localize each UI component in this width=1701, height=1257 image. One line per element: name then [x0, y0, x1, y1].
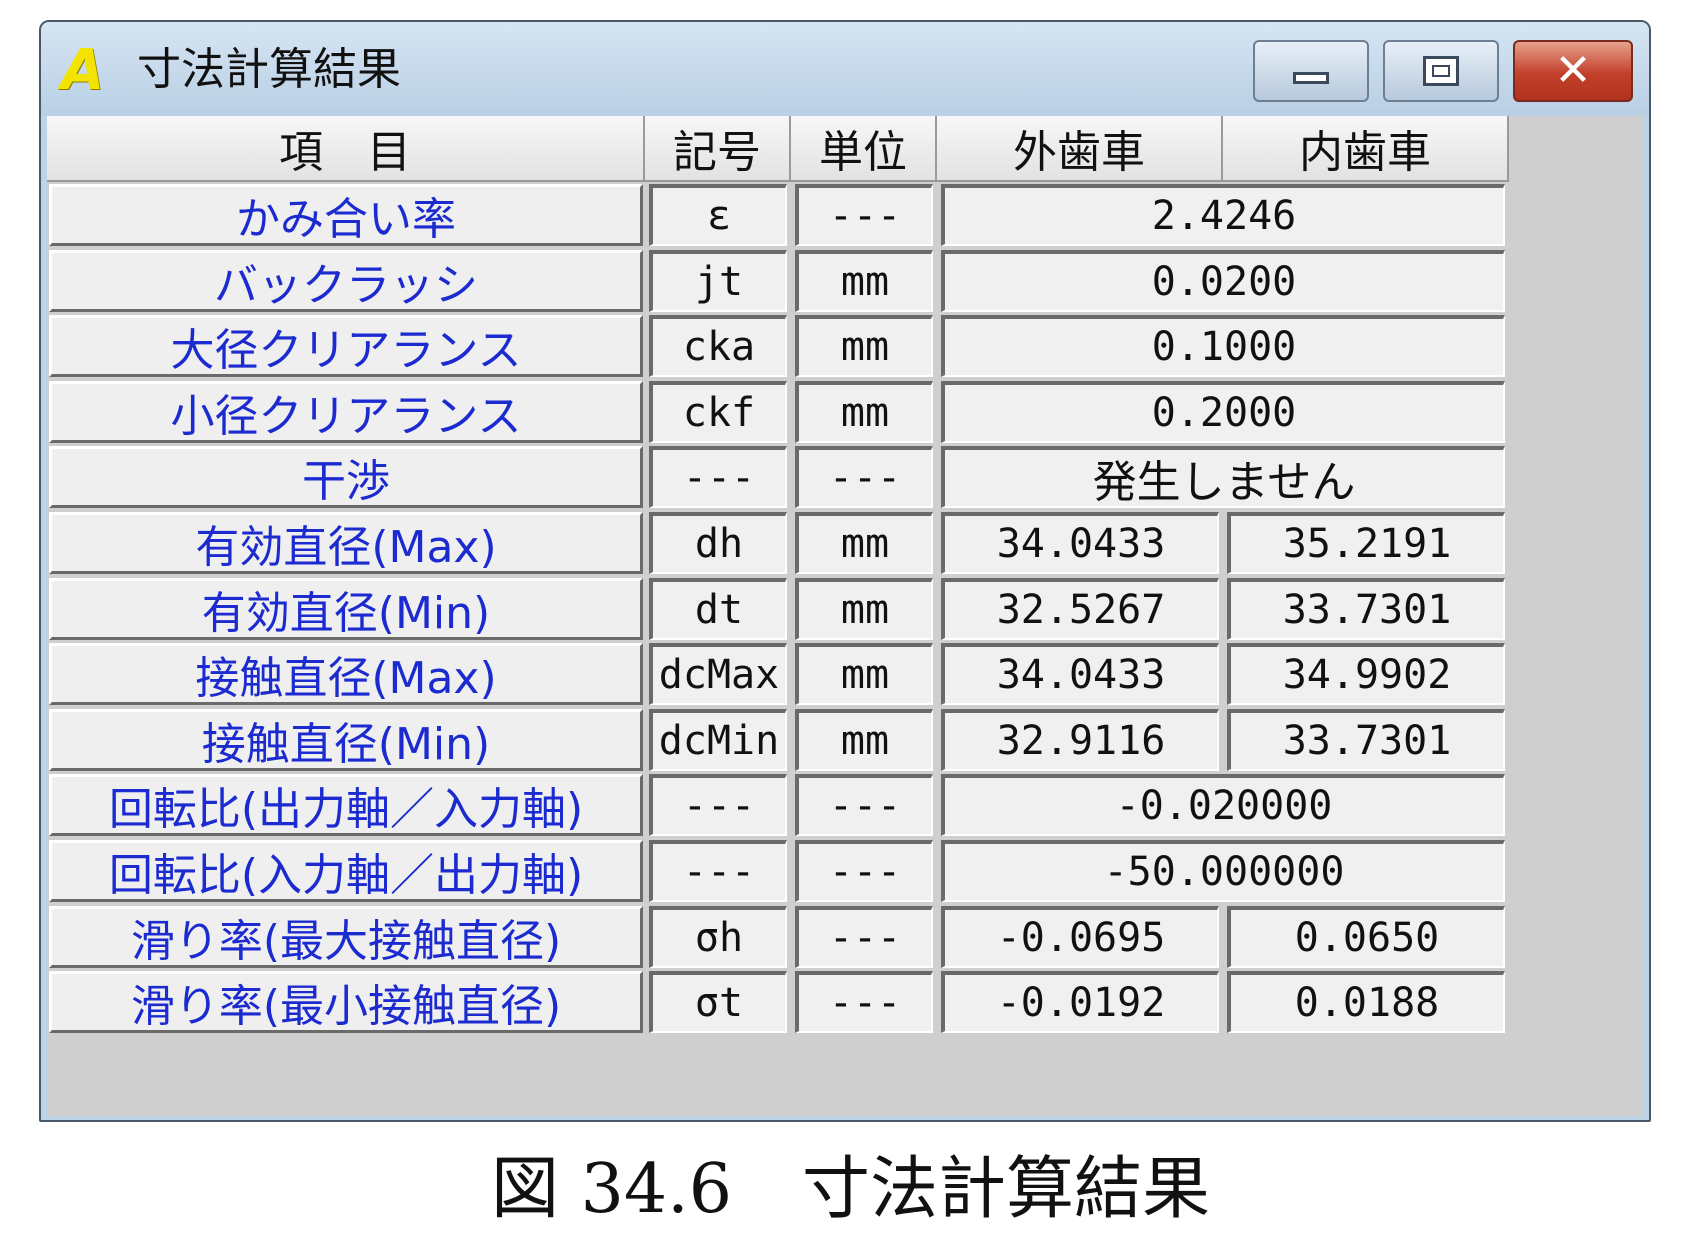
row-symbol: --- [649, 840, 787, 902]
row-symbol: ckf [649, 381, 787, 443]
row-unit: --- [795, 184, 933, 246]
row-unit: mm [795, 709, 933, 771]
row-value-external: -0.0695 [941, 906, 1219, 968]
row-unit: --- [795, 840, 933, 902]
row-unit: mm [795, 512, 933, 574]
header-item[interactable]: 項 目 [47, 116, 645, 182]
row-value-internal: 35.2191 [1227, 512, 1505, 574]
close-button[interactable]: ✕ [1513, 40, 1633, 102]
header-unit[interactable]: 単位 [791, 116, 937, 182]
row-label: 回転比(出力軸／入力軸) [49, 774, 643, 836]
row-label: 接触直径(Min) [49, 709, 643, 771]
row-value: 0.1000 [941, 315, 1505, 377]
figure-number: 図 34.6 [490, 1150, 732, 1229]
row-symbol: σh [649, 906, 787, 968]
app-a-icon: A [61, 38, 105, 103]
row-label: バックラッシ [49, 250, 643, 312]
row-value-external: 32.9116 [941, 709, 1219, 771]
row-label: かみ合い率 [49, 184, 643, 246]
row-unit: --- [795, 971, 933, 1033]
row-label: 干渉 [49, 446, 643, 508]
row-value-external: -0.0192 [941, 971, 1219, 1033]
results-table: 項 目記号 単位 外歯車 内歯車 かみ合い率 ε --- 2.4246 バックラッシ jt mm 0.… [47, 116, 1643, 1116]
result-window: A 寸法計算結果 ✕ 項 目記号 単位 外歯車 内歯車 かみ合い率 ε --- 2.4246 バ… [39, 20, 1651, 1122]
row-unit: mm [795, 578, 933, 640]
row-label: 接触直径(Max) [49, 643, 643, 705]
row-unit: mm [795, 381, 933, 443]
row-symbol: ε [649, 184, 787, 246]
row-value: 0.0200 [941, 250, 1505, 312]
row-value: -50.000000 [941, 840, 1505, 902]
window-title: 寸法計算結果 [137, 44, 401, 95]
row-label: 有効直径(Max) [49, 512, 643, 574]
row-symbol: --- [649, 446, 787, 508]
header-external-gear[interactable]: 外歯車 [937, 116, 1223, 182]
maximize-icon [1423, 56, 1459, 86]
row-label: 有効直径(Min) [49, 578, 643, 640]
row-value: 2.4246 [941, 184, 1505, 246]
close-icon: ✕ [1554, 45, 1592, 96]
row-label: 回転比(入力軸／出力軸) [49, 840, 643, 902]
row-value-external: 34.0433 [941, 643, 1219, 705]
row-symbol: σt [649, 971, 787, 1033]
row-value-external: 32.5267 [941, 578, 1219, 640]
row-value: -0.020000 [941, 774, 1505, 836]
row-symbol: jt [649, 250, 787, 312]
row-symbol: dcMax [649, 643, 787, 705]
figure-title: 寸法計算結果 [802, 1150, 1211, 1229]
row-value-internal: 33.7301 [1227, 709, 1505, 771]
row-label: 小径クリアランス [49, 381, 643, 443]
row-value-internal: 0.0188 [1227, 971, 1505, 1033]
row-value-internal: 0.0650 [1227, 906, 1505, 968]
row-symbol: dh [649, 512, 787, 574]
row-symbol: --- [649, 774, 787, 836]
row-value: 0.2000 [941, 381, 1505, 443]
row-value: 発生しません [941, 446, 1505, 508]
row-unit: --- [795, 774, 933, 836]
row-unit: mm [795, 250, 933, 312]
row-symbol: cka [649, 315, 787, 377]
figure-caption: 図 34.6 寸法計算結果 [0, 1150, 1701, 1230]
row-unit: mm [795, 315, 933, 377]
row-unit: --- [795, 446, 933, 508]
row-unit: mm [795, 643, 933, 705]
header-internal-gear[interactable]: 内歯車 [1223, 116, 1509, 182]
row-label: 滑り率(最小接触直径) [49, 971, 643, 1033]
header-symbol[interactable]: 記号 [645, 116, 791, 182]
row-label: 滑り率(最大接触直径) [49, 906, 643, 968]
minimize-icon [1293, 72, 1329, 84]
row-value-internal: 33.7301 [1227, 578, 1505, 640]
row-value-internal: 34.9902 [1227, 643, 1505, 705]
row-symbol: dt [649, 578, 787, 640]
minimize-button[interactable] [1253, 40, 1369, 102]
row-unit: --- [795, 906, 933, 968]
maximize-button[interactable] [1383, 40, 1499, 102]
row-value-external: 34.0433 [941, 512, 1219, 574]
row-symbol: dcMin [649, 709, 787, 771]
row-label: 大径クリアランス [49, 315, 643, 377]
title-bar[interactable]: A 寸法計算結果 ✕ [41, 22, 1649, 116]
